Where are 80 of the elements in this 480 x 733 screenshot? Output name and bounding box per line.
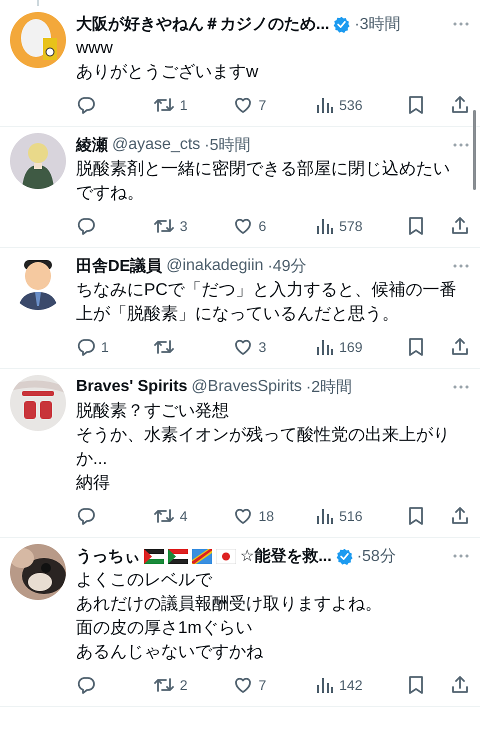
post-text: ありがとうございますw (76, 61, 260, 83)
bookmark-icon (406, 675, 425, 695)
share-button[interactable] (450, 675, 470, 695)
post-text: 納得 (76, 472, 111, 494)
retweet-button[interactable]: 1 (152, 95, 234, 115)
like-button[interactable]: 7 (233, 675, 316, 695)
views-icon (316, 676, 334, 694)
post-text: そうか、水素イオンが残って酸性党の出来上がりか... (76, 424, 451, 470)
post-text: www (76, 37, 114, 59)
user-name[interactable]: 大阪が好きやねん＃カジノのため... (76, 14, 330, 34)
views-icon (316, 507, 334, 525)
scrollbar[interactable] (473, 110, 476, 190)
share-button[interactable] (450, 95, 470, 115)
share-icon (450, 506, 470, 526)
post-text: よくこのレベルで (76, 569, 214, 591)
views-button[interactable]: 516 (316, 507, 407, 525)
post-time[interactable]: ·58分 (356, 546, 396, 566)
retweet-button[interactable]: 3 (152, 216, 234, 236)
like-button[interactable]: 6 (233, 216, 316, 236)
user-handle[interactable]: @inakadegiin (166, 257, 264, 275)
user-name[interactable]: ☆能登を救... (240, 546, 332, 566)
reply-icon (76, 216, 96, 236)
views-icon (316, 96, 334, 114)
user-name[interactable]: うっちぃ (76, 546, 140, 566)
bookmark-icon (406, 216, 425, 236)
heart-icon (233, 675, 254, 695)
post-text: 面の皮の厚さ1mぐらい (76, 617, 254, 639)
reply-icon (76, 95, 96, 115)
post-time[interactable]: ·49分 (267, 256, 307, 276)
retweet-button[interactable]: 4 (152, 506, 234, 526)
heart-icon (233, 506, 254, 526)
views-button[interactable]: 169 (316, 338, 407, 356)
like-button[interactable]: 3 (233, 337, 316, 357)
post-text: 脱酸素剤と一緒に密閉できる部屋に閉じ込めたいですね。 (76, 158, 451, 204)
views-button[interactable]: 578 (316, 217, 407, 235)
like-button[interactable]: 7 (233, 95, 316, 115)
reply-button[interactable]: 1 (76, 337, 153, 357)
user-handle[interactable]: @ayase_cts (112, 136, 200, 154)
repost-icon (152, 675, 175, 695)
share-button[interactable] (450, 506, 470, 526)
repost-icon (152, 337, 175, 357)
heart-icon (233, 95, 254, 115)
bookmark-icon (406, 506, 425, 526)
post-text: 脱酸素？すごい発想 (76, 400, 230, 422)
retweet-button[interactable]: 2 (152, 675, 234, 695)
share-button[interactable] (450, 216, 470, 236)
user-name[interactable]: Braves' Spirits (76, 378, 188, 396)
reply-icon (76, 675, 96, 695)
views-icon (316, 338, 334, 356)
views-button[interactable]: 536 (316, 96, 407, 114)
flag-icon (192, 548, 212, 564)
repost-icon (152, 95, 175, 115)
heart-icon (233, 216, 254, 236)
repost-icon (152, 216, 175, 236)
post-text: あれだけの議員報酬受け取りますよね。 (76, 593, 383, 615)
share-icon (450, 337, 470, 357)
bookmark-icon (406, 95, 425, 115)
share-icon (450, 216, 470, 236)
views-button[interactable]: 142 (316, 676, 407, 694)
post-time[interactable]: ·2時間 (306, 376, 352, 398)
flag-icon (144, 548, 164, 564)
reply-icon (76, 506, 96, 526)
user-name[interactable]: 綾瀬 (76, 134, 108, 156)
share-icon (450, 95, 470, 115)
like-button[interactable]: 18 (233, 506, 316, 526)
bookmark-icon (406, 337, 425, 357)
flag-icon (168, 548, 188, 564)
heart-icon (233, 337, 254, 357)
user-handle[interactable]: @BravesSpirits (191, 378, 302, 396)
flag-icon (216, 548, 236, 564)
post-text: ちなみにPCで「だつ」と入力すると、候補の一番上が「脱酸素」になっているんだと思う。 (76, 279, 458, 325)
user-name[interactable]: 田舎DE議員 (76, 256, 162, 276)
reply-icon (76, 337, 96, 357)
share-button[interactable] (450, 337, 470, 357)
repost-icon (152, 506, 175, 526)
post-time[interactable]: ·3時間 (354, 14, 401, 34)
share-icon (450, 675, 470, 695)
views-icon (316, 217, 334, 235)
post-text: あるんじゃないですかね (76, 641, 264, 663)
post-time[interactable]: ·5時間 (204, 134, 251, 156)
